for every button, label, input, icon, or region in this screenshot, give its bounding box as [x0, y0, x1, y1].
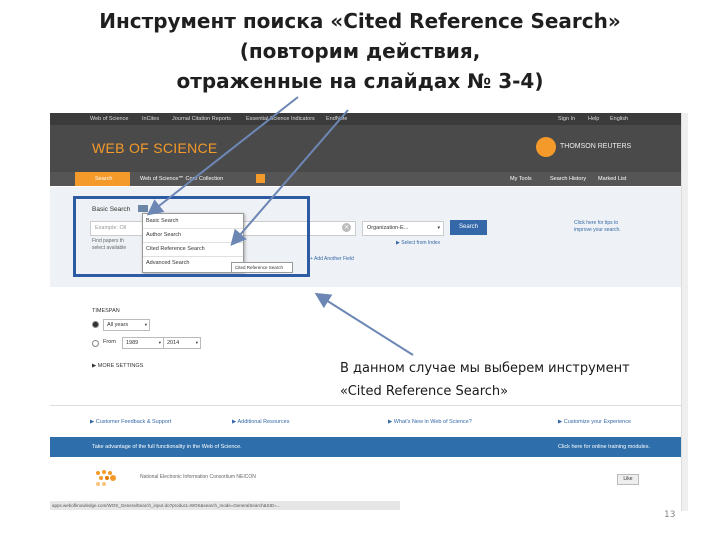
- timespan-label: TIMESPAN: [92, 308, 120, 314]
- thomson-reuters-text: THOMSON REUTERS: [560, 143, 632, 150]
- footer-link-label: What's New in Web of Science?: [393, 419, 472, 425]
- all-years-value: All years: [107, 322, 129, 328]
- nav-search-history[interactable]: Search History: [550, 176, 586, 182]
- more-settings-label: MORE SETTINGS: [97, 363, 144, 369]
- from-year-select[interactable]: 1989 ▾: [122, 337, 164, 349]
- from-label: From: [103, 339, 116, 345]
- topbar-language[interactable]: English: [610, 116, 628, 122]
- slide-title: Инструмент поиска «Cited Reference Searc…: [0, 6, 720, 96]
- thomson-reuters-icon: [536, 137, 556, 157]
- chevron-down-icon: ▾: [144, 322, 147, 327]
- from-year-value: 1989: [126, 340, 139, 346]
- radio-all-years[interactable]: [92, 321, 99, 328]
- nav-my-tools[interactable]: My Tools: [510, 176, 532, 182]
- chevron-down-icon: ▾: [158, 340, 161, 345]
- callout-line-1: В данном случае мы выберем инструмент: [340, 361, 630, 376]
- footer-link-resources[interactable]: ▶ Additional Resources: [232, 419, 289, 425]
- add-another-field-link[interactable]: + Add Another Field: [310, 256, 354, 262]
- select-from-index-label: Select from Index: [401, 240, 441, 246]
- footer-link-feedback[interactable]: ▶ Customer Feedback & Support: [90, 419, 171, 425]
- status-bar: apps.webofknowledge.com/WOS_GeneralSearc…: [50, 501, 400, 510]
- footer-link-label: Customer Feedback & Support: [95, 419, 172, 425]
- topbar-help[interactable]: Help: [588, 116, 599, 122]
- select-from-index-link[interactable]: ▶ Select from Index: [396, 240, 440, 246]
- chevron-down-icon: ▾: [437, 225, 440, 231]
- neicon-logo: [96, 470, 116, 486]
- topbar-link-wos[interactable]: Web of Science: [90, 116, 128, 122]
- database-dropdown-icon[interactable]: [256, 174, 265, 183]
- more-settings-toggle[interactable]: ▶ MORE SETTINGS: [92, 363, 143, 369]
- status-url: apps.webofknowledge.com/WOS_GeneralSearc…: [52, 503, 281, 508]
- search-button[interactable]: Search: [450, 220, 487, 235]
- promo-bar: Take advantage of the full functionality…: [50, 437, 684, 457]
- nav-bar: Search Web of Science℠ Core Collection M…: [50, 172, 684, 186]
- radio-from-range[interactable]: [92, 340, 99, 347]
- partner-area: National Electronic Information Consorti…: [50, 457, 684, 501]
- database-selector-label[interactable]: Web of Science℠ Core Collection: [140, 176, 223, 182]
- slide-title-line-3: отраженные на слайдах № 3-4): [176, 69, 544, 93]
- field-select-value: Organization-E...: [367, 225, 409, 231]
- topbar-sign-in[interactable]: Sign In: [558, 116, 575, 122]
- topbar-link-esi[interactable]: Essential Science Indicators: [246, 116, 315, 122]
- footer-link-whats-new[interactable]: ▶ What's New in Web of Science?: [388, 419, 472, 425]
- field-select[interactable]: Organization-E... ▾: [362, 221, 444, 236]
- browser-screenshot: Web of Science InCites Journal Citation …: [50, 113, 685, 511]
- search-tips-link[interactable]: Click here for tips to improve your sear…: [574, 220, 621, 233]
- promo-text: Take advantage of the full functionality…: [92, 444, 242, 450]
- scrollbar[interactable]: [681, 113, 688, 511]
- to-year-select[interactable]: 2014 ▾: [163, 337, 201, 349]
- tab-search-label: Search: [95, 176, 113, 182]
- tips-line-2: improve your search.: [574, 226, 621, 233]
- slide-title-line-2: (повторим действия,: [239, 39, 481, 63]
- slide-title-line-1: Инструмент поиска «Cited Reference Searc…: [99, 9, 621, 33]
- top-bar: Web of Science InCites Journal Citation …: [50, 113, 684, 125]
- footer-link-customize[interactable]: ▶ Customize your Experience: [558, 419, 631, 425]
- highlight-frame: [73, 196, 310, 277]
- like-button[interactable]: Like: [617, 474, 639, 485]
- neicon-text: National Electronic Information Consorti…: [140, 474, 256, 480]
- topbar-link-incites[interactable]: InCites: [142, 116, 159, 122]
- callout-text: В данном случае мы выберем инструмент «C…: [340, 357, 680, 403]
- to-year-value: 2014: [167, 340, 180, 346]
- page-number: 13: [664, 510, 676, 520]
- clear-icon[interactable]: ×: [342, 223, 351, 232]
- nav-marked-list[interactable]: Marked List: [598, 176, 626, 182]
- chevron-down-icon: ▾: [195, 340, 198, 345]
- footer-link-label: Customize your Experience: [563, 419, 632, 425]
- footer-links: ▶ Customer Feedback & Support ▶ Addition…: [50, 405, 684, 438]
- footer-link-label: Additional Resources: [237, 419, 290, 425]
- promo-training-link[interactable]: Click here for online training modules.: [558, 444, 650, 450]
- wos-logo[interactable]: WEB OF SCIENCE: [92, 140, 218, 156]
- tips-line-1: Click here for tips to: [574, 220, 619, 226]
- all-years-select[interactable]: All years ▾: [103, 319, 150, 331]
- tab-search[interactable]: Search: [75, 172, 130, 186]
- topbar-link-jcr[interactable]: Journal Citation Reports: [172, 116, 231, 122]
- topbar-link-endnote[interactable]: EndNote: [326, 116, 347, 122]
- site-header: WEB OF SCIENCE THOMSON REUTERS: [50, 125, 684, 174]
- callout-line-2: «Cited Reference Search»: [340, 384, 509, 399]
